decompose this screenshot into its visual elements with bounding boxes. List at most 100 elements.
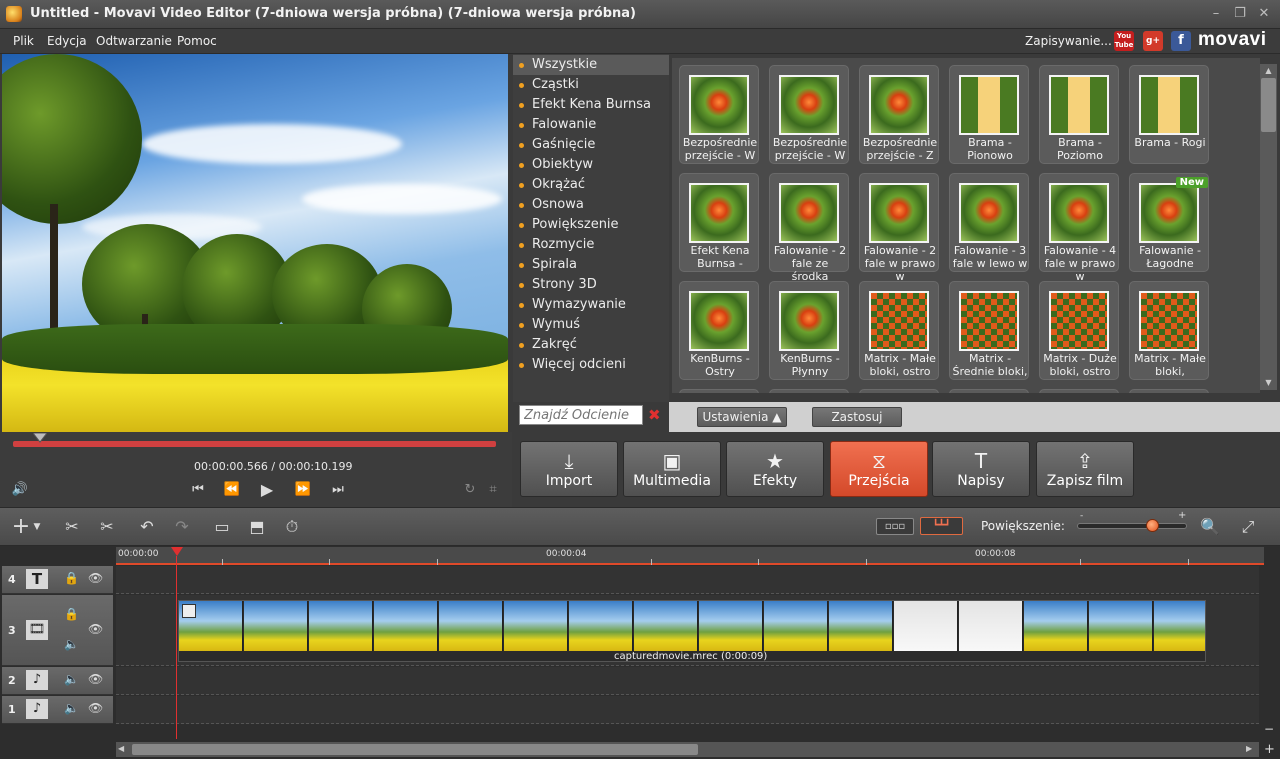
scroll-down-icon[interactable]: ▼ (1262, 378, 1275, 388)
transition-tile[interactable]: Matrix - Duże bloki, ostro (1039, 281, 1119, 380)
cut-split-icon[interactable]: ✂ (95, 516, 119, 538)
menu-odtwarzanie[interactable]: Odtwarzanie (96, 34, 172, 48)
rewind-icon[interactable]: ⏪ (222, 481, 242, 499)
playback-progress[interactable] (13, 441, 496, 447)
category-item[interactable]: Rozmycie (513, 235, 669, 255)
google-plus-icon[interactable]: g+ (1143, 31, 1163, 51)
skip-end-icon[interactable]: ⏭ (328, 481, 348, 499)
transition-tile[interactable]: Brama - Rogi (1129, 65, 1209, 164)
transition-tile[interactable] (1039, 389, 1119, 393)
transition-tile[interactable]: Bezpośrednie przejście - W (679, 65, 759, 164)
transition-tile[interactable]: Matrix - Małe bloki, ostro (859, 281, 939, 380)
category-item[interactable]: Efekt Kena Burnsa (513, 95, 669, 115)
category-item[interactable]: Zakręć (513, 335, 669, 355)
skip-start-icon[interactable]: ⏮ (188, 481, 208, 499)
transition-tile[interactable]: Matrix - Średnie bloki, (949, 281, 1029, 380)
eye-icon[interactable]: 👁 (88, 672, 103, 686)
undo-icon[interactable]: ↶ (135, 516, 159, 538)
redo-icon[interactable]: ↷ (170, 516, 194, 538)
timeline-cursor-head[interactable] (171, 547, 183, 556)
video-preview[interactable] (2, 54, 508, 432)
remove-track-icon[interactable]: − (1264, 722, 1274, 736)
transition-tile[interactable] (679, 389, 759, 393)
transition-tile[interactable] (1129, 389, 1209, 393)
clip-export-icon[interactable]: ⬒ (245, 516, 269, 538)
transition-tile[interactable]: Falowanie - 2 fale w prawo w (859, 173, 939, 283)
category-item[interactable]: Spirala (513, 255, 669, 275)
category-item[interactable]: Wymazywanie (513, 295, 669, 315)
timeline-view-button[interactable]: ┗┻┛ (920, 517, 963, 535)
storyboard-view-button[interactable]: ▫▫▫ (876, 518, 914, 535)
restore-button[interactable]: ❐ (1229, 5, 1251, 23)
zoom-fit-icon[interactable]: 🔍 (1198, 516, 1222, 538)
napisy-button[interactable]: T Napisy (932, 441, 1030, 497)
mute-icon[interactable]: 🔈 (64, 672, 79, 686)
transition-tile[interactable]: Matrix - Małe bloki, (1129, 281, 1209, 380)
fast-forward-icon[interactable]: ⏩ (293, 481, 313, 499)
zoom-slider-handle[interactable] (1145, 519, 1159, 532)
transition-tile[interactable] (949, 389, 1029, 393)
eye-icon[interactable]: 👁 (88, 701, 103, 715)
timeline-cursor[interactable] (176, 556, 177, 739)
minimize-button[interactable]: – (1205, 5, 1227, 23)
category-item[interactable]: Falowanie (513, 115, 669, 135)
transition-tile[interactable]: Efekt Kena Burnsa - (679, 173, 759, 272)
mute-icon[interactable]: 🔈 (64, 701, 79, 715)
play-icon[interactable]: ▶ (257, 481, 277, 499)
scroll-right-icon[interactable]: ▶ (1246, 744, 1252, 753)
category-item[interactable]: Gaśnięcie (513, 135, 669, 155)
close-button[interactable]: ✕ (1253, 5, 1275, 23)
transition-tile[interactable]: KenBurns - Płynny (769, 281, 849, 380)
settings-button[interactable]: Ustawienia ▲ (697, 407, 787, 427)
transition-tile[interactable]: Falowanie - 2 fale ze środka (769, 173, 849, 283)
transition-tile[interactable]: KenBurns - Ostry (679, 281, 759, 380)
playback-handle[interactable] (31, 432, 48, 443)
przejscia-button[interactable]: ⧖ Przejścia (830, 441, 928, 497)
facebook-icon[interactable]: f (1171, 31, 1191, 51)
volume-icon[interactable]: 🔊 (10, 481, 30, 499)
category-item[interactable]: Wymuś (513, 315, 669, 335)
transition-tile[interactable]: Falowanie - 3 fale w lewo w (949, 173, 1029, 272)
category-item[interactable]: Strony 3D (513, 275, 669, 295)
youtube-icon[interactable]: You Tube (1114, 31, 1134, 51)
category-item[interactable]: Obiektyw (513, 155, 669, 175)
eye-icon[interactable]: 👁 (88, 571, 103, 585)
category-item[interactable]: Powiększenie (513, 215, 669, 235)
category-item[interactable]: Osnowa (513, 195, 669, 215)
crop-icon[interactable]: ⌗ (483, 481, 503, 499)
lock-icon[interactable]: 🔒 (64, 571, 79, 585)
menu-edycja[interactable]: Edycja (47, 34, 87, 48)
mute-icon[interactable]: 🔈 (64, 637, 79, 651)
fullscreen-icon[interactable]: ⤢ (1236, 516, 1260, 538)
grid-scrollbar-thumb[interactable] (1261, 78, 1276, 132)
rotate-icon[interactable]: ↻ (460, 481, 480, 499)
chevron-down-icon[interactable]: ▼ (31, 516, 43, 538)
transition-tile[interactable]: Bezpośrednie przejście - Z (859, 65, 939, 164)
track-row-title[interactable] (116, 566, 1259, 594)
transition-tile[interactable]: Falowanie - 4 fale w prawo w (1039, 173, 1119, 283)
transition-tile[interactable] (859, 389, 939, 393)
transition-tile[interactable]: Brama - Pionowo (949, 65, 1029, 164)
apply-button[interactable]: Zastosuj (812, 407, 902, 427)
clear-search-icon[interactable]: ✖ (648, 406, 661, 424)
transition-tile[interactable]: Falowanie - Łagodne New (1129, 173, 1209, 272)
menu-pomoc[interactable]: Pomoc (177, 34, 217, 48)
transition-tile[interactable]: Brama - Poziomo (1039, 65, 1119, 164)
import-button[interactable]: ⤓ Import (520, 441, 618, 497)
category-item[interactable]: Cząstki (513, 75, 669, 95)
transition-tile[interactable]: Bezpośrednie przejście - W (769, 65, 849, 164)
clip-time-icon[interactable]: ⏱ (280, 516, 304, 538)
zapisz-button[interactable]: ⇪ Zapisz film (1036, 441, 1134, 497)
scroll-up-icon[interactable]: ▲ (1262, 66, 1275, 76)
eye-icon[interactable]: 👁 (88, 622, 103, 636)
track-row-audio[interactable] (116, 667, 1259, 695)
category-item[interactable]: Więcej odcieni (513, 355, 669, 375)
timeline-ruler[interactable] (116, 547, 1264, 565)
search-input[interactable] (520, 406, 642, 424)
add-icon[interactable]: + (9, 516, 33, 538)
category-item[interactable]: Wszystkie (513, 55, 669, 75)
cut-icon[interactable]: ✂ (60, 516, 84, 538)
add-track-icon[interactable]: + (1264, 742, 1275, 757)
scroll-left-icon[interactable]: ◀ (118, 744, 124, 753)
track-row-audio[interactable] (116, 696, 1259, 724)
